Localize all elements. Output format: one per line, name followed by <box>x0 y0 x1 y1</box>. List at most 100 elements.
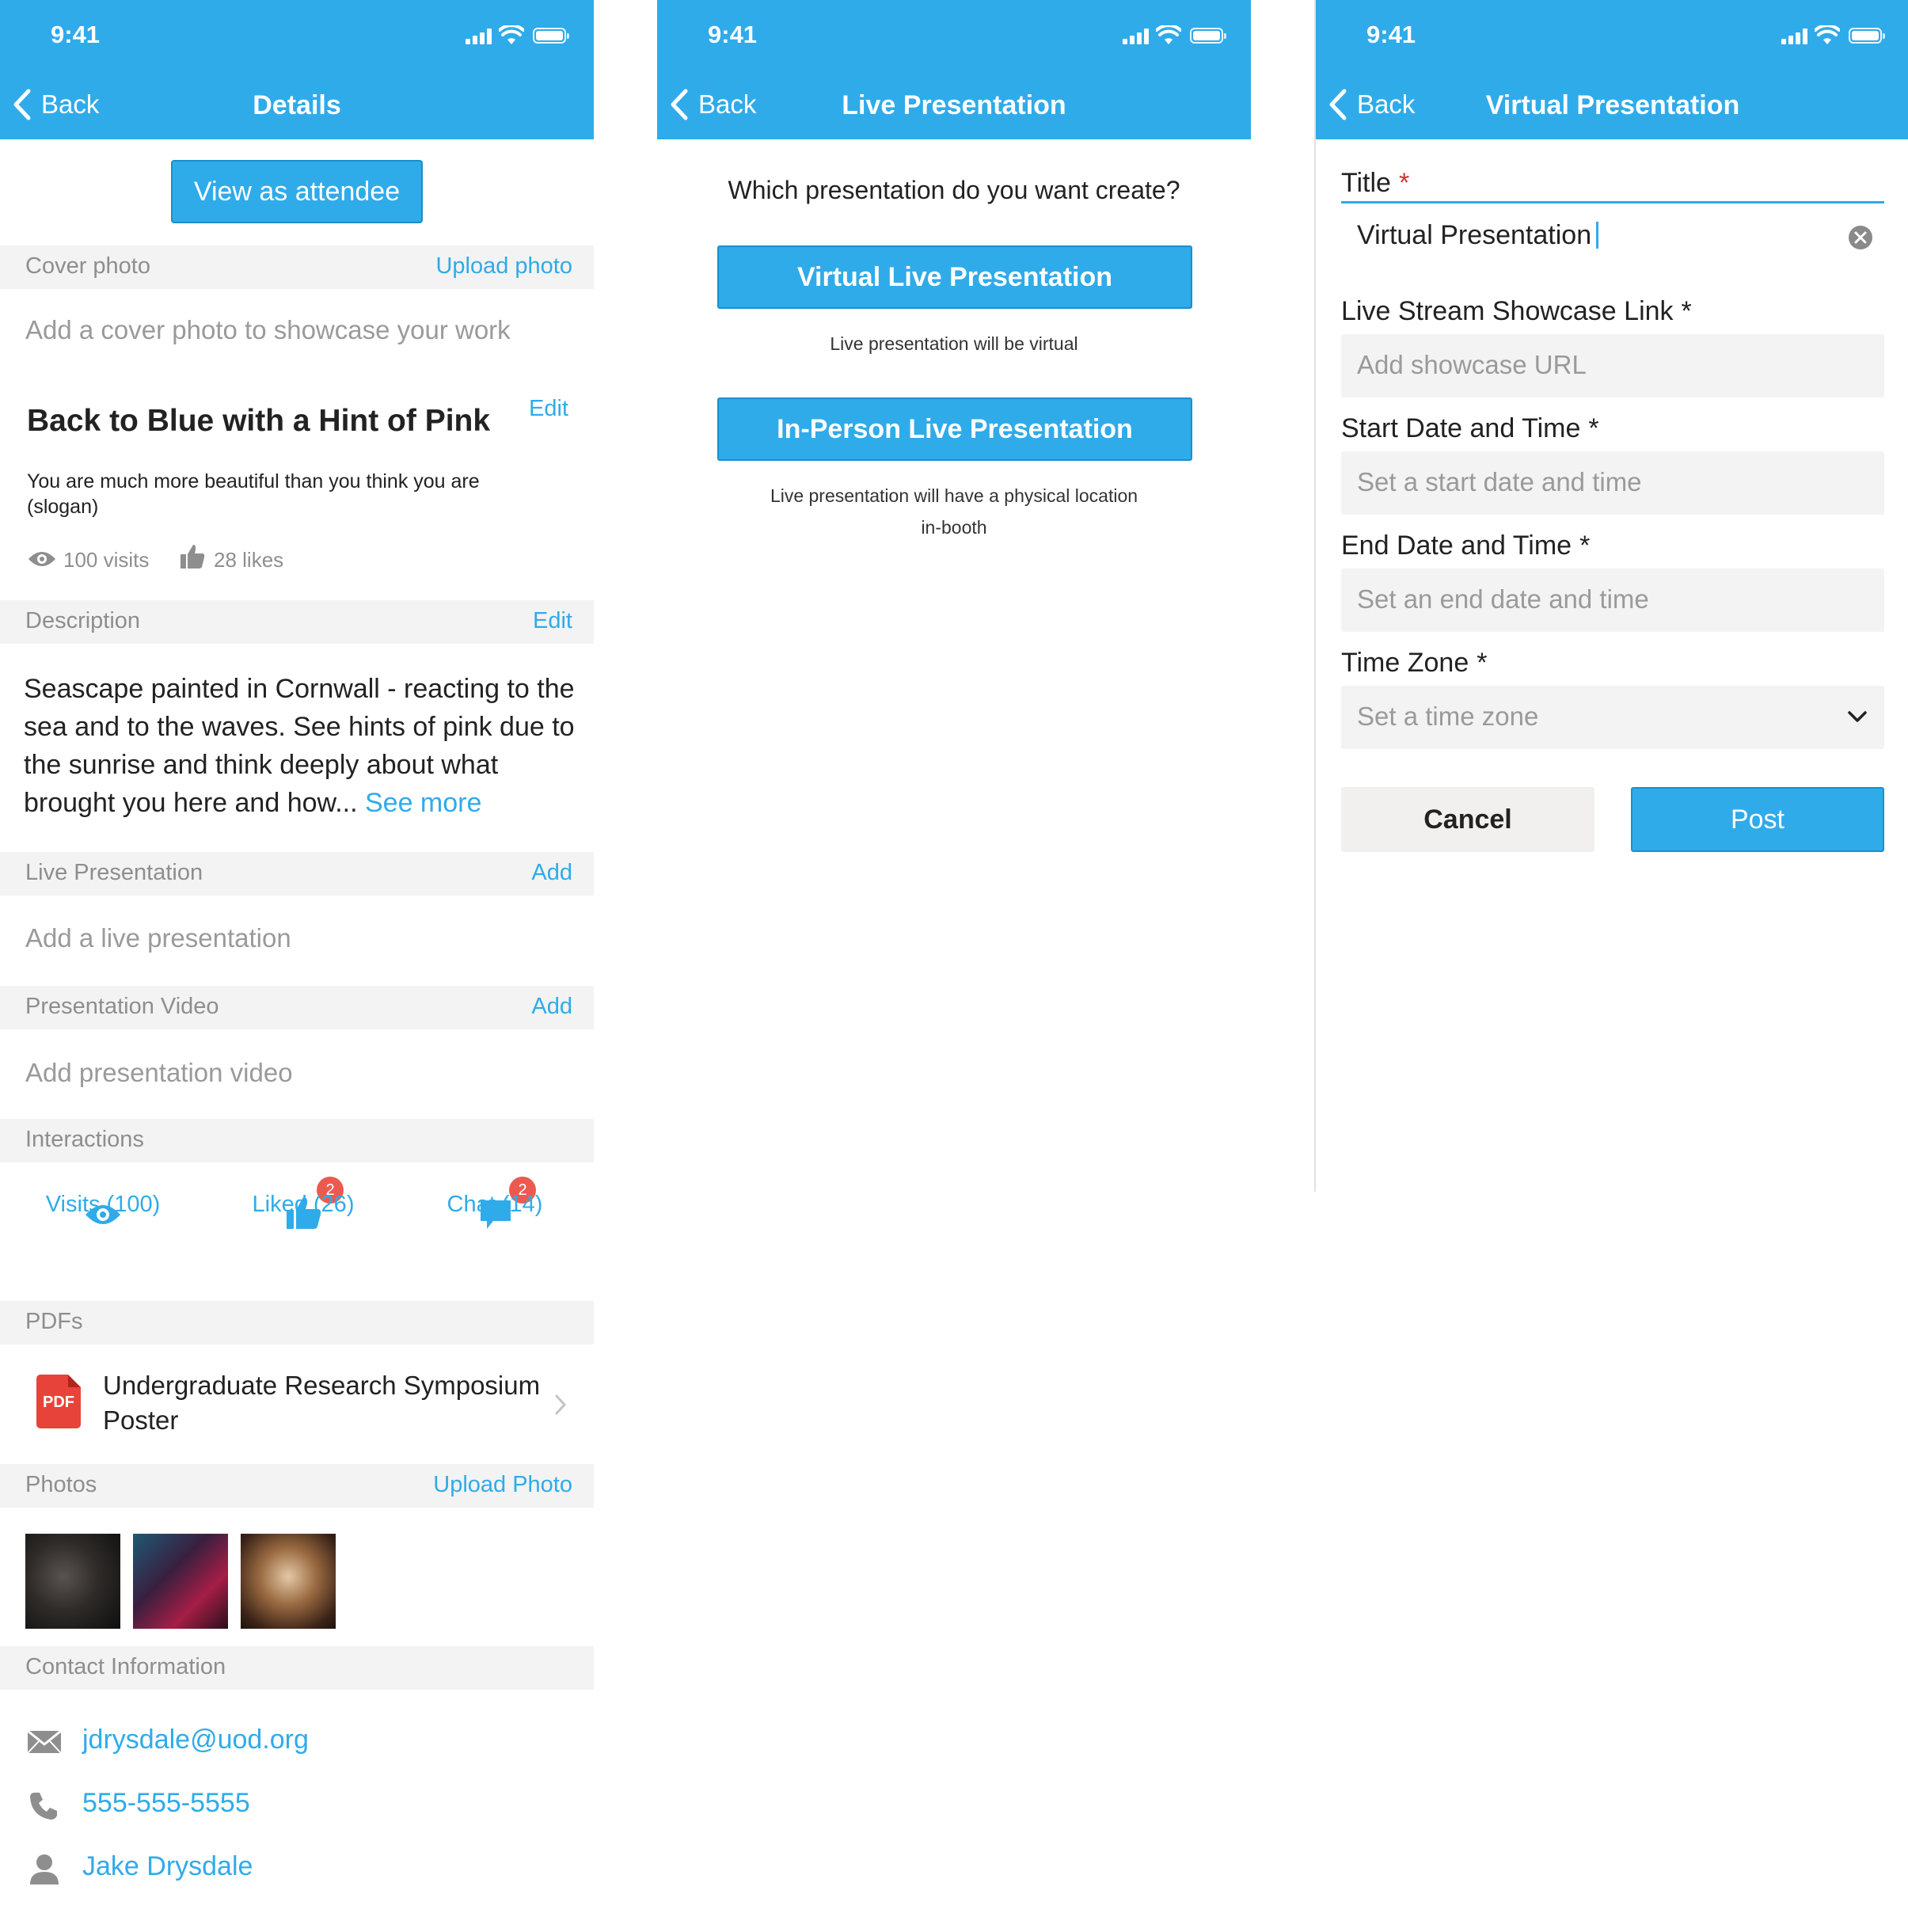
contact-section: Contact Information <box>0 1646 594 1690</box>
pdf-list-item[interactable]: PDF Undergraduate Research Symposium Pos… <box>0 1344 594 1463</box>
live-presentation-placeholder: Add a live presentation <box>25 923 291 953</box>
required-asterisk: * <box>1477 648 1488 678</box>
likes-count: 28 likes <box>214 548 284 572</box>
required-asterisk: * <box>1681 296 1692 326</box>
link-label-text: Live Stream Showcase Link <box>1341 296 1674 326</box>
end-label: End Date and Time * <box>1341 531 1590 561</box>
virtual-live-presentation-button[interactable]: Virtual Live Presentation <box>717 245 1192 309</box>
timezone-placeholder: Set a time zone <box>1357 702 1539 731</box>
chat-interaction[interactable]: Chat (14) <box>416 1192 574 1218</box>
page-title: Live Presentation <box>842 90 1066 120</box>
required-asterisk: * <box>1588 413 1599 443</box>
title-input-value: Virtual Presentation <box>1357 220 1599 251</box>
details-screen: 9:41 Back Details View as attendee Cover… <box>0 0 594 1932</box>
start-label: Start Date and Time * <box>1341 413 1599 444</box>
person-icon <box>30 1854 59 1884</box>
required-asterisk: * <box>1579 531 1591 561</box>
add-presentation-video-link[interactable]: Add <box>531 994 572 1020</box>
project-title: Back to Blue with a Hint of Pink <box>27 404 491 438</box>
envelope-icon <box>27 1730 62 1754</box>
section-label: Interactions <box>25 1127 144 1152</box>
text-cursor <box>1596 222 1599 249</box>
project-slogan: You are much more beautiful than you thi… <box>27 470 480 518</box>
contact-phone[interactable]: 555-555-5555 <box>82 1788 250 1819</box>
in-person-caption-line1: Live presentation will have a physical l… <box>770 485 1138 506</box>
title-label: Title * <box>1341 168 1409 199</box>
status-time: 9:41 <box>708 21 758 48</box>
start-date-placeholder: Set a start date and time <box>1357 467 1642 496</box>
chevron-down-icon <box>1848 711 1867 722</box>
see-more-link[interactable]: See more <box>365 788 481 818</box>
phone-icon <box>30 1793 57 1820</box>
presentation-video-placeholder: Add presentation video <box>25 1058 293 1087</box>
end-date-placeholder: Set an end date and time <box>1357 584 1649 614</box>
contact-name[interactable]: Jake Drysdale <box>82 1851 253 1882</box>
edit-description-link[interactable]: Edit <box>533 608 572 634</box>
pdf-title: Undergraduate Research Symposium Poster <box>103 1371 541 1435</box>
section-label: Photos <box>25 1472 97 1497</box>
pdf-icon-label: PDF <box>43 1394 74 1411</box>
post-button[interactable]: Post <box>1631 787 1884 852</box>
pdf-icon-fold <box>68 1375 81 1387</box>
section-label: Cover photo <box>25 253 150 279</box>
photos-section: Photos Upload Photo <box>0 1464 594 1508</box>
liked-interaction[interactable]: Liked (26) <box>224 1192 382 1218</box>
clear-input-icon[interactable] <box>1848 225 1873 250</box>
live-presentation-screen: 9:41 Back Live Presentation Which presen… <box>657 0 1251 1192</box>
wifi-icon <box>1815 25 1840 44</box>
timezone-label-text: Time Zone <box>1341 648 1469 678</box>
visits-interaction[interactable]: Visits (100) <box>24 1192 182 1218</box>
signal-icon <box>466 29 494 44</box>
timezone-label: Time Zone * <box>1341 648 1487 679</box>
title-input[interactable]: Virtual Presentation <box>1341 204 1884 268</box>
upload-photo-link[interactable]: Upload Photo <box>433 1472 572 1498</box>
photo-thumbnail-coffee[interactable] <box>241 1534 336 1629</box>
chevron-right-icon <box>555 1394 567 1415</box>
cover-photo-placeholder: Add a cover photo to showcase your work <box>25 315 511 344</box>
photo-thumbnail-gorilla[interactable] <box>25 1534 120 1629</box>
upload-cover-photo-link[interactable]: Upload photo <box>435 253 572 280</box>
live-presentation-section: Live Presentation Add <box>0 852 594 896</box>
section-label: Description <box>25 608 141 633</box>
header-bar: 9:41 Back Details <box>0 0 594 139</box>
virtual-caption: Live presentation will be virtual <box>830 333 1078 354</box>
end-label-text: End Date and Time <box>1341 531 1572 561</box>
battery-icon <box>1190 28 1226 44</box>
pdf-icon: PDF <box>36 1375 81 1428</box>
showcase-url-placeholder: Add showcase URL <box>1357 350 1587 379</box>
section-label: PDFs <box>25 1309 83 1334</box>
timezone-select[interactable]: Set a time zone <box>1341 686 1884 749</box>
signal-icon <box>1781 29 1810 44</box>
view-as-attendee-button[interactable]: View as attendee <box>171 160 423 223</box>
in-person-live-presentation-button[interactable]: In-Person Live Presentation <box>717 397 1192 461</box>
showcase-url-input[interactable]: Add showcase URL <box>1341 334 1884 397</box>
add-live-presentation-link[interactable]: Add <box>531 860 572 886</box>
presentation-type-question: Which presentation do you want create? <box>728 176 1180 204</box>
end-date-input[interactable]: Set an end date and time <box>1341 569 1884 632</box>
visits-count: 100 visits <box>63 548 150 572</box>
interactions-section: Interactions <box>0 1119 594 1162</box>
page-title: Details <box>253 90 341 120</box>
contact-email[interactable]: jdrysdale@uod.org <box>82 1725 309 1755</box>
in-person-caption-line2: in-booth <box>921 517 987 538</box>
virtual-presentation-screen: 9:41 Back Virtual Presentation Title * Vi… <box>1314 0 1908 1192</box>
header-bar: 9:41 Back Virtual Presentation <box>1316 0 1908 139</box>
wifi-icon <box>1156 25 1181 44</box>
status-time: 9:41 <box>51 21 101 48</box>
battery-icon <box>533 28 569 44</box>
description-body: Seascape painted in Cornwall - reacting … <box>24 674 575 818</box>
title-value-text: Virtual Presentation <box>1357 220 1592 250</box>
pdfs-section: PDFs <box>0 1301 594 1344</box>
link-label: Live Stream Showcase Link * <box>1341 296 1692 327</box>
presentation-video-section: Presentation Video Add <box>0 986 594 1029</box>
section-label: Contact Information <box>25 1654 226 1679</box>
start-date-input[interactable]: Set a start date and time <box>1341 451 1884 515</box>
edit-title-link[interactable]: Edit <box>529 396 568 422</box>
thumbs-up-icon <box>181 545 205 569</box>
cancel-button[interactable]: Cancel <box>1341 787 1594 852</box>
eye-icon <box>29 552 55 566</box>
photo-thumbnail-neon[interactable] <box>133 1534 228 1629</box>
header-bar: 9:41 Back Live Presentation <box>657 0 1251 139</box>
required-asterisk: * <box>1398 168 1410 198</box>
battery-icon <box>1849 28 1885 44</box>
